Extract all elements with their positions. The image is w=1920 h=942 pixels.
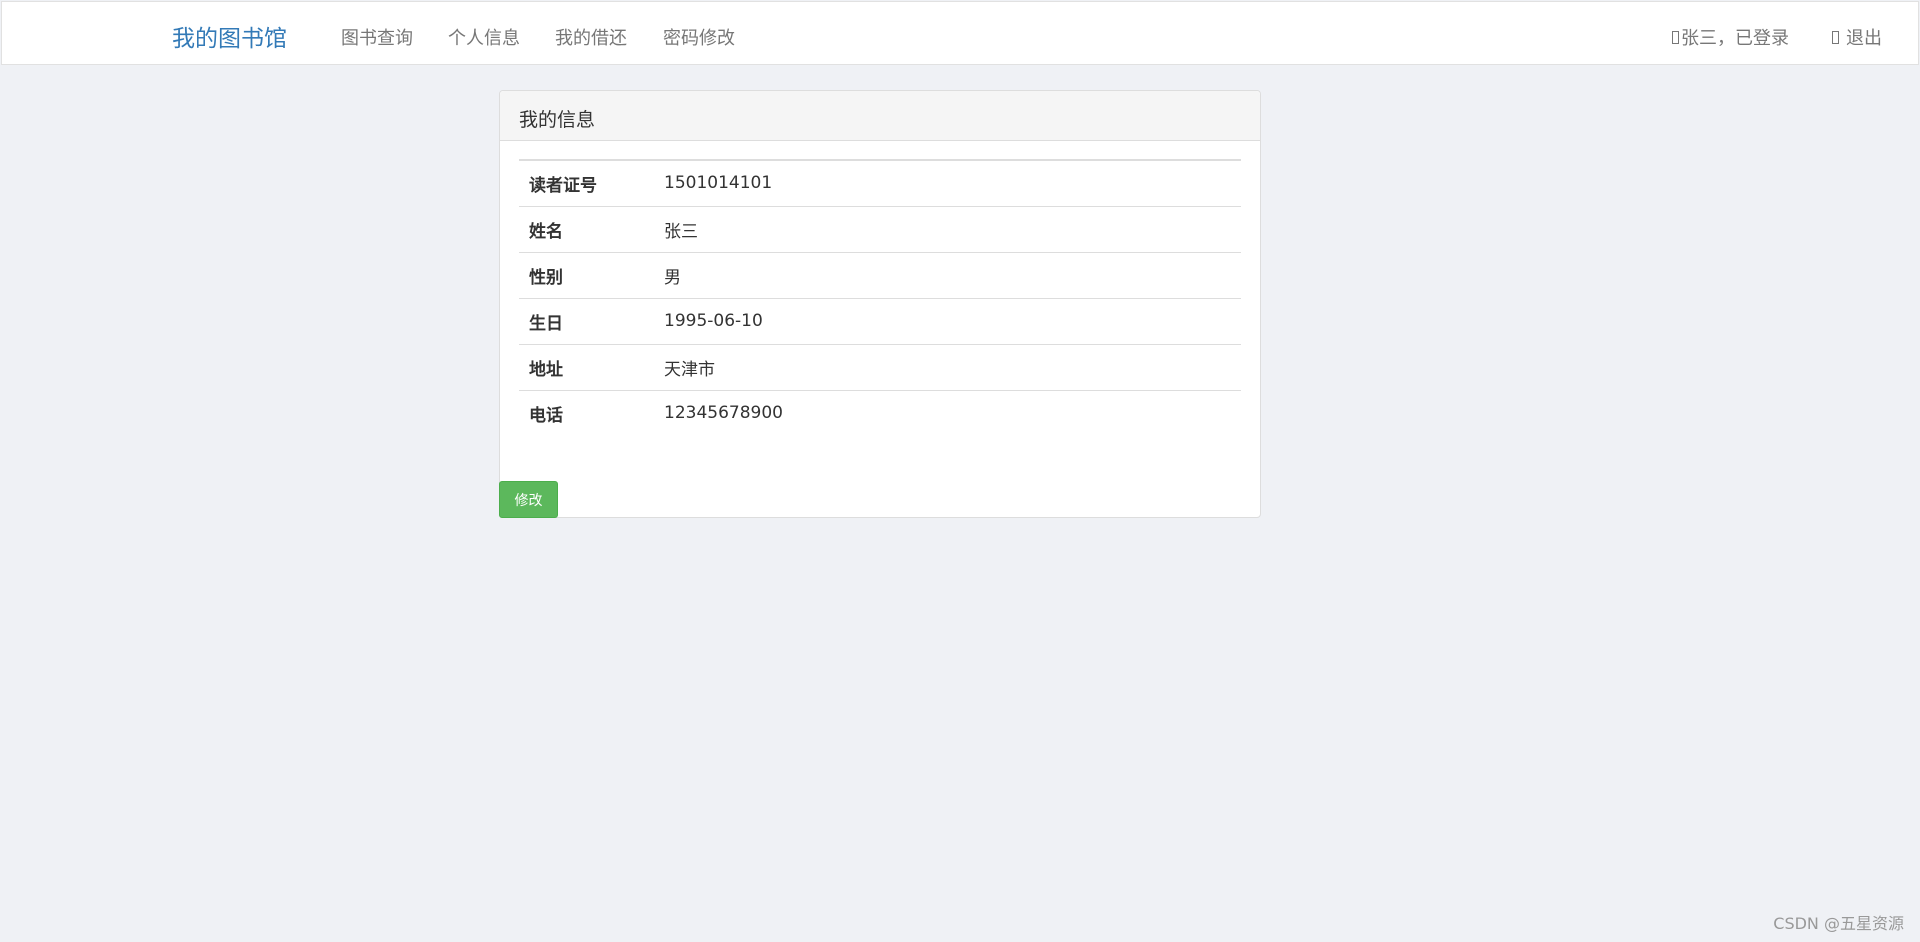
row-label: 读者证号 [529, 175, 597, 196]
table-row: 姓名 张三 [519, 206, 1241, 252]
logout-label: 退出 [1846, 28, 1882, 49]
table-row: 读者证号 1501014101 [519, 160, 1241, 206]
nav-change-password[interactable]: 密码修改 [663, 24, 735, 50]
brand-logo-link[interactable]: 我的图书馆 [172, 19, 287, 53]
top-navbar: 我的图书馆 图书查询 个人信息 我的借还 密码修改 张三，已登录 退出 [1, 1, 1919, 65]
nav-personal-info[interactable]: 个人信息 [448, 24, 520, 50]
table-row: 电话 12345678900 [519, 390, 1241, 436]
my-info-panel: 我的信息 读者证号 1501014101 姓名 张三性别 男生日 1995-06-10 地址… [499, 90, 1261, 518]
row-label: 性别 [529, 267, 563, 288]
row-label: 生日 [529, 313, 563, 334]
user-icon [1672, 30, 1679, 44]
row-label: 地址 [529, 359, 563, 380]
row-value: 1501014101 [664, 173, 773, 194]
row-value: 男 [664, 267, 681, 288]
row-label: 电话 [529, 405, 563, 426]
logout-link[interactable]: 退出 [1832, 24, 1882, 50]
watermark: CSDN @五星资源 [1773, 914, 1904, 933]
nav-book-search[interactable]: 图书查询 [341, 24, 413, 50]
logout-icon [1832, 30, 1839, 44]
row-value: 12345678900 [664, 403, 783, 424]
edit-button[interactable]: 修改 [499, 481, 558, 518]
row-label: 姓名 [529, 221, 563, 242]
panel-title: 我的信息 [500, 91, 1260, 141]
table-row: 地址 天津市 [519, 344, 1241, 390]
user-status-label: 张三，已登录 [1681, 28, 1789, 49]
row-value: 张三 [664, 221, 698, 242]
reader-info-table: 读者证号 1501014101 姓名 张三性别 男生日 1995-06-10 地址 天津市电话… [519, 159, 1241, 436]
table-row: 生日 1995-06-10 [519, 298, 1241, 344]
user-status-link[interactable]: 张三，已登录 [1672, 24, 1789, 50]
table-row: 性别 男 [519, 252, 1241, 298]
row-value: 1995-06-10 [664, 311, 763, 331]
row-value: 天津市 [664, 359, 715, 380]
nav-my-borrow-return[interactable]: 我的借还 [555, 24, 627, 50]
